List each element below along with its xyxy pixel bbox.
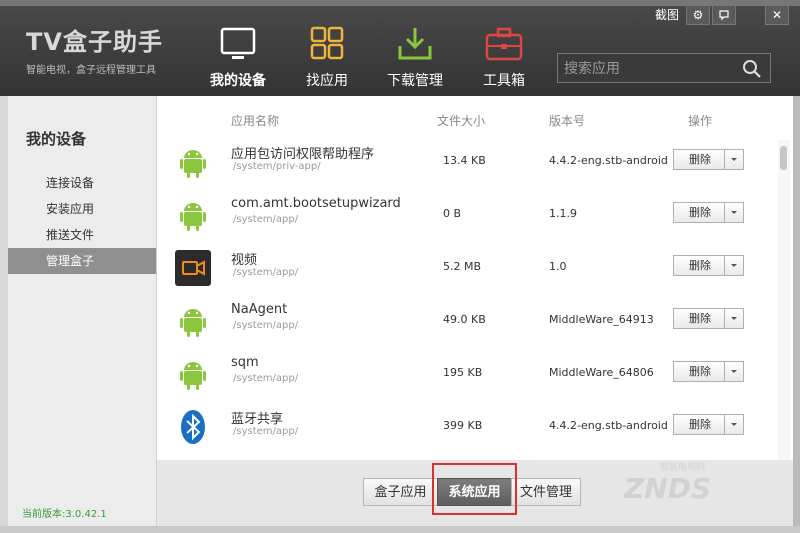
app-name: 应用包访问权限帮助程序 <box>231 147 375 162</box>
delete-label[interactable]: 删除 <box>674 256 726 275</box>
chevron-down-icon[interactable] <box>724 309 743 328</box>
app-size: 49.0 KB <box>443 313 486 326</box>
app-name: sqm <box>231 355 259 370</box>
search-icon[interactable] <box>742 59 762 79</box>
nav-toolbox[interactable]: 工具箱 <box>459 26 549 90</box>
tv-icon <box>218 26 258 62</box>
delete-dropdown-button[interactable]: 删除 <box>673 361 744 382</box>
toolbox-icon <box>484 26 524 62</box>
column-header-action: 操作 <box>688 114 713 128</box>
app-version: 1.0 <box>549 260 567 273</box>
grid-icon <box>307 26 347 62</box>
znds-watermark: 智能电视网 ZNDS <box>620 456 770 506</box>
table-row[interactable]: sqm /system/app/ 195 KB MiddleWare_64806… <box>157 347 777 400</box>
app-name: 视频 <box>231 253 258 268</box>
app-path: /system/app/ <box>233 320 299 331</box>
table-row[interactable]: NaAgent /system/app/ 49.0 KB MiddleWare_… <box>157 294 777 347</box>
sidebar-title: 我的设备 <box>26 130 87 148</box>
sidebar-item-install-app[interactable]: 安装应用 <box>8 196 156 222</box>
android-icon <box>175 303 211 339</box>
scrollbar-thumb[interactable] <box>780 146 787 170</box>
scrollbar-track[interactable] <box>778 140 790 460</box>
chevron-down-icon[interactable] <box>724 203 743 222</box>
nav-download-manager[interactable]: 下载管理 <box>370 26 460 90</box>
sidebar-item-push-file[interactable]: 推送文件 <box>8 222 156 248</box>
sidebar-item-manage-box[interactable]: 管理盒子 <box>8 248 156 274</box>
table-row[interactable]: com.amt.bootsetupwizard /system/app/ 0 B… <box>157 188 777 241</box>
delete-label[interactable]: 删除 <box>674 203 726 222</box>
delete-dropdown-button[interactable]: 删除 <box>673 308 744 329</box>
app-version: 1.1.9 <box>549 207 577 220</box>
app-name: com.amt.bootsetupwizard <box>231 196 401 211</box>
chevron-down-icon[interactable] <box>724 362 743 381</box>
version-label: 当前版本:3.0.42.1 <box>22 509 107 520</box>
app-version: 4.4.2-eng.stb-android <box>549 154 668 167</box>
table-row[interactable]: 应用包访问权限帮助程序 /system/priv-app/ 13.4 KB 4.… <box>157 135 777 188</box>
nav-my-devices[interactable]: 我的设备 <box>193 26 283 90</box>
column-header-name: 应用名称 <box>231 114 280 128</box>
nav-find-apps[interactable]: 找应用 <box>282 26 372 90</box>
delete-dropdown-button[interactable]: 删除 <box>673 149 744 170</box>
tab-file-manager[interactable]: 文件管理 <box>511 478 581 506</box>
app-size: 195 KB <box>443 366 483 379</box>
app-list-panel: 应用名称 文件大小 版本号 操作 应用包访问权限帮助程序 /system/pri… <box>157 96 793 460</box>
bluetooth-icon <box>175 409 211 445</box>
chevron-down-icon[interactable] <box>724 415 743 434</box>
app-logo: TV盒子助手 智能电视，盒子远程管理工具 <box>26 22 163 76</box>
app-path: /system/app/ <box>233 373 299 384</box>
table-row[interactable]: 视频 /system/app/ 5.2 MB 1.0 删除 <box>157 241 777 294</box>
app-version: 4.4.2-eng.stb-android <box>549 419 668 432</box>
video-icon <box>175 250 211 286</box>
delete-dropdown-button[interactable]: 删除 <box>673 255 744 276</box>
delete-dropdown-button[interactable]: 删除 <box>673 414 744 435</box>
chevron-down-icon[interactable] <box>724 150 743 169</box>
window-bottom-border <box>0 526 800 533</box>
close-icon[interactable]: ✕ <box>765 5 789 25</box>
search-input[interactable] <box>562 57 741 81</box>
search-box[interactable] <box>557 53 771 83</box>
app-version: MiddleWare_64913 <box>549 313 654 326</box>
logo-title: TV盒子助手 <box>26 28 163 56</box>
feedback-icon[interactable] <box>712 5 736 25</box>
settings-gear-icon[interactable]: ⚙ <box>686 5 710 25</box>
window-right-border <box>793 96 800 533</box>
app-size: 13.4 KB <box>443 154 486 167</box>
android-icon <box>175 197 211 233</box>
tab-box-apps[interactable]: 盒子应用 <box>363 478 438 506</box>
nav-label: 找应用 <box>306 73 348 89</box>
app-path: /system/priv-app/ <box>233 161 321 172</box>
delete-label[interactable]: 删除 <box>674 415 726 434</box>
app-size: 399 KB <box>443 419 483 432</box>
chevron-down-icon[interactable] <box>724 256 743 275</box>
android-icon <box>175 144 211 180</box>
title-strip <box>0 0 800 6</box>
app-path: /system/app/ <box>233 214 299 225</box>
app-version: MiddleWare_64806 <box>549 366 654 379</box>
sidebar: 我的设备 连接设备 安装应用 推送文件 管理盒子 <box>8 96 157 526</box>
app-path: /system/app/ <box>233 267 299 278</box>
delete-label[interactable]: 删除 <box>674 309 726 328</box>
column-header-version: 版本号 <box>549 114 586 128</box>
table-row[interactable]: 蓝牙共享 /system/app/ 399 KB 4.4.2-eng.stb-a… <box>157 400 777 453</box>
delete-label[interactable]: 删除 <box>674 150 726 169</box>
app-name: 蓝牙共享 <box>231 412 284 427</box>
app-size: 0 B <box>443 207 462 220</box>
delete-dropdown-button[interactable]: 删除 <box>673 202 744 223</box>
android-icon <box>175 356 211 392</box>
app-path: /system/app/ <box>233 426 299 437</box>
download-icon <box>395 26 435 62</box>
delete-label[interactable]: 删除 <box>674 362 726 381</box>
logo-subtitle: 智能电视，盒子远程管理工具 <box>26 65 156 76</box>
app-size: 5.2 MB <box>443 260 482 273</box>
nav-label: 工具箱 <box>483 73 525 89</box>
screenshot-button[interactable]: 截图 <box>655 6 679 24</box>
app-name: NaAgent <box>231 302 288 317</box>
nav-label: 下载管理 <box>387 73 443 89</box>
nav-label: 我的设备 <box>210 73 266 89</box>
watermark-text: ZNDS <box>623 472 711 505</box>
column-header-size: 文件大小 <box>437 114 486 128</box>
window-left-border <box>0 96 8 533</box>
highlight-annotation-box <box>432 463 517 515</box>
sidebar-item-connect-device[interactable]: 连接设备 <box>8 170 156 196</box>
